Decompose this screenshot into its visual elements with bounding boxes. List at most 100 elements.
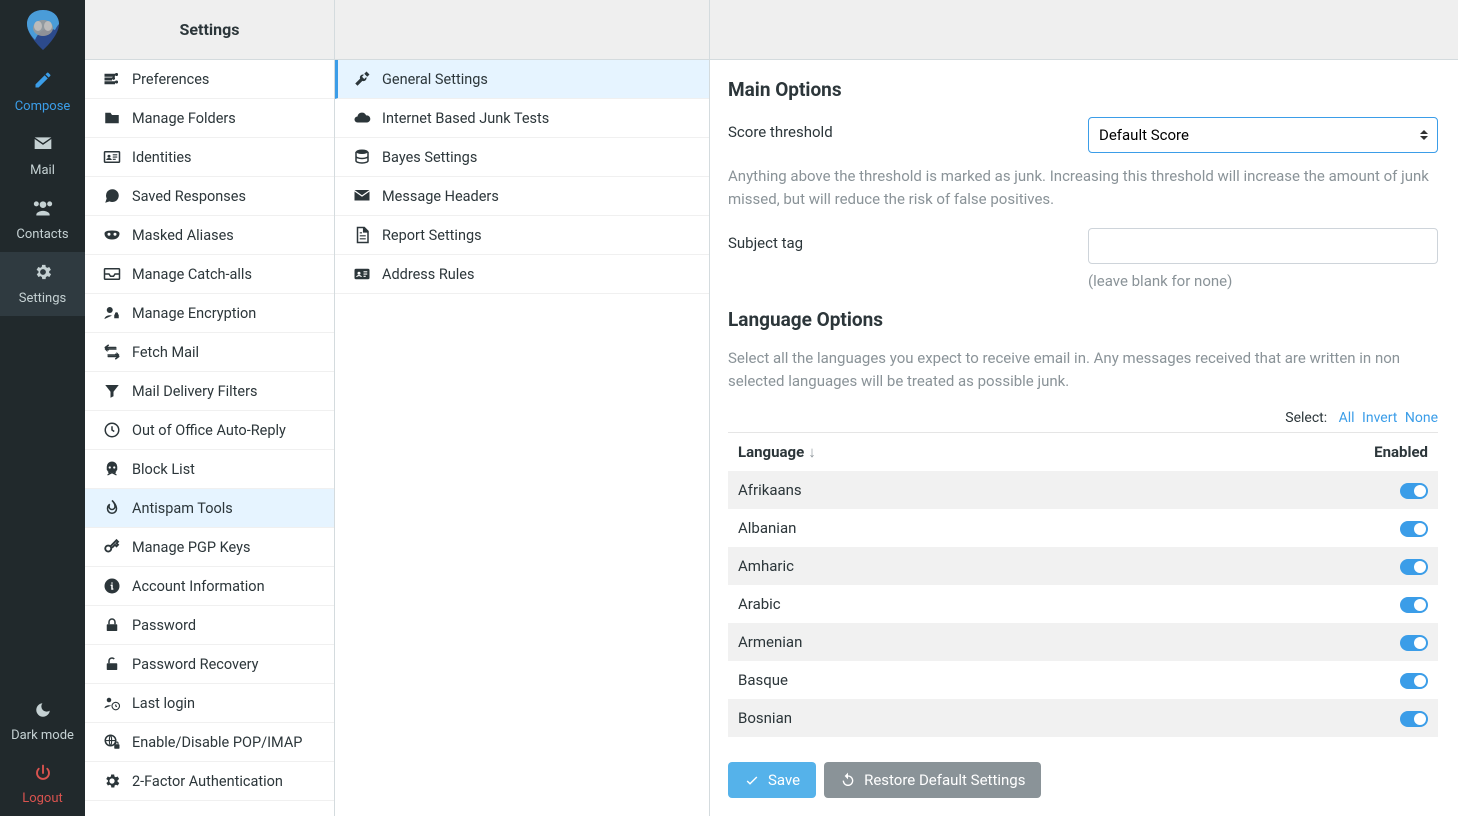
category-label: Antispam Tools bbox=[132, 500, 233, 517]
category-label: Mail Delivery Filters bbox=[132, 383, 257, 400]
language-toggle[interactable] bbox=[1400, 673, 1428, 689]
category-item[interactable]: Manage PGP Keys bbox=[85, 528, 334, 567]
language-row: Arabic bbox=[728, 585, 1438, 623]
envelope-icon bbox=[350, 187, 374, 205]
language-toggle[interactable] bbox=[1400, 597, 1428, 613]
language-name: Afrikaans bbox=[728, 471, 1132, 509]
subject-tag-label: Subject tag bbox=[728, 228, 1088, 252]
category-item[interactable]: Antispam Tools bbox=[85, 489, 334, 528]
language-toggle[interactable] bbox=[1400, 711, 1428, 727]
category-item[interactable]: Preferences bbox=[85, 60, 334, 99]
language-row: Basque bbox=[728, 661, 1438, 699]
users-clock-icon bbox=[100, 694, 124, 712]
category-item[interactable]: Manage Encryption bbox=[85, 294, 334, 333]
main-options-heading: Main Options bbox=[728, 78, 1438, 101]
category-label: Manage Encryption bbox=[132, 305, 256, 322]
gear-icon bbox=[100, 772, 124, 790]
category-item[interactable]: Saved Responses bbox=[85, 177, 334, 216]
settings-subcategories-list: General Settings Internet Based Junk Test… bbox=[335, 60, 709, 816]
category-item[interactable]: Manage Folders bbox=[85, 99, 334, 138]
mail-icon bbox=[0, 134, 85, 159]
nav-mail[interactable]: Mail bbox=[0, 124, 85, 188]
unlock-icon bbox=[100, 655, 124, 673]
category-item[interactable]: Password Recovery bbox=[85, 645, 334, 684]
nav-contacts[interactable]: Contacts bbox=[0, 188, 85, 252]
language-name: Arabic bbox=[728, 585, 1132, 623]
cloud-icon bbox=[350, 109, 374, 127]
restore-defaults-button[interactable]: Restore Default Settings bbox=[824, 762, 1041, 798]
nav-compose-label: Compose bbox=[15, 99, 71, 114]
subject-tag-input[interactable] bbox=[1088, 228, 1438, 264]
select-none-link[interactable]: None bbox=[1405, 410, 1438, 426]
skull-icon bbox=[100, 460, 124, 478]
category-item[interactable]: Password bbox=[85, 606, 334, 645]
category-item[interactable]: Fetch Mail bbox=[85, 333, 334, 372]
category-label: Masked Aliases bbox=[132, 227, 234, 244]
score-threshold-select[interactable]: Default Score bbox=[1088, 117, 1438, 153]
settings-icon bbox=[0, 262, 85, 287]
main-header bbox=[710, 0, 1458, 60]
sort-arrow-icon: ↓ bbox=[808, 443, 816, 461]
select-label: Select: bbox=[1285, 410, 1327, 426]
language-name: Basque bbox=[728, 661, 1132, 699]
language-toggle[interactable] bbox=[1400, 521, 1428, 537]
save-button[interactable]: Save bbox=[728, 762, 816, 798]
subcategory-item[interactable]: Address Rules bbox=[335, 255, 709, 294]
category-label: Block List bbox=[132, 461, 195, 478]
subcategory-item[interactable]: Report Settings bbox=[335, 216, 709, 255]
select-invert-link[interactable]: Invert bbox=[1362, 410, 1397, 426]
category-label: Password bbox=[132, 617, 196, 634]
folder-icon bbox=[100, 109, 124, 127]
nav-settings[interactable]: Settings bbox=[0, 252, 85, 316]
score-threshold-label: Score threshold bbox=[728, 117, 1088, 141]
language-row: Albanian bbox=[728, 509, 1438, 547]
language-name: Albanian bbox=[728, 509, 1132, 547]
subcategory-label: Internet Based Junk Tests bbox=[382, 110, 549, 127]
nav-compose[interactable]: Compose bbox=[0, 60, 85, 124]
category-item[interactable]: Manage Catch-alls bbox=[85, 255, 334, 294]
language-column-header[interactable]: Language↓ bbox=[728, 433, 1132, 472]
subject-tag-hint: (leave blank for none) bbox=[1088, 272, 1438, 290]
subcategory-label: Address Rules bbox=[382, 266, 474, 283]
tools-icon bbox=[350, 70, 374, 88]
content-area: Main Options Score threshold Default Sco… bbox=[710, 60, 1458, 750]
category-item[interactable]: Mail Delivery Filters bbox=[85, 372, 334, 411]
category-item[interactable]: Out of Office Auto-Reply bbox=[85, 411, 334, 450]
category-item[interactable]: Last login bbox=[85, 684, 334, 723]
category-item[interactable]: Block List bbox=[85, 450, 334, 489]
category-label: Last login bbox=[132, 695, 195, 712]
language-row: Amharic bbox=[728, 547, 1438, 585]
subcategory-item[interactable]: Internet Based Junk Tests bbox=[335, 99, 709, 138]
settings-subcategories-column: General Settings Internet Based Junk Test… bbox=[335, 0, 710, 816]
database-icon bbox=[350, 148, 374, 166]
enabled-column-header[interactable]: Enabled bbox=[1132, 433, 1438, 472]
subcategory-label: Message Headers bbox=[382, 188, 499, 205]
category-item[interactable]: 2-Factor Authentication bbox=[85, 762, 334, 801]
nav-mail-label: Mail bbox=[30, 163, 55, 178]
category-item[interactable]: Masked Aliases bbox=[85, 216, 334, 255]
category-label: Out of Office Auto-Reply bbox=[132, 422, 286, 439]
lock-icon bbox=[100, 616, 124, 634]
language-select-links: Select: All Invert None bbox=[728, 410, 1438, 426]
language-toggle[interactable] bbox=[1400, 483, 1428, 499]
nav-contacts-label: Contacts bbox=[16, 227, 68, 242]
select-all-link[interactable]: All bbox=[1339, 410, 1355, 426]
contacts-icon bbox=[0, 198, 85, 223]
language-name: Armenian bbox=[728, 623, 1132, 661]
key-icon bbox=[100, 538, 124, 556]
address-card-icon bbox=[350, 265, 374, 283]
category-label: Enable/Disable POP/IMAP bbox=[132, 734, 302, 751]
subcategory-item[interactable]: General Settings bbox=[335, 60, 709, 99]
language-row: Bosnian bbox=[728, 699, 1438, 737]
subcategory-item[interactable]: Bayes Settings bbox=[335, 138, 709, 177]
language-toggle[interactable] bbox=[1400, 635, 1428, 651]
comment-icon bbox=[100, 187, 124, 205]
nav-darkmode[interactable]: Dark mode bbox=[0, 690, 85, 753]
subcategory-item[interactable]: Message Headers bbox=[335, 177, 709, 216]
nav-logout[interactable]: Logout bbox=[0, 753, 85, 816]
category-item[interactable]: Enable/Disable POP/IMAP bbox=[85, 723, 334, 762]
category-item[interactable]: Identities bbox=[85, 138, 334, 177]
language-row: Armenian bbox=[728, 623, 1438, 661]
language-toggle[interactable] bbox=[1400, 559, 1428, 575]
category-item[interactable]: Account Information bbox=[85, 567, 334, 606]
